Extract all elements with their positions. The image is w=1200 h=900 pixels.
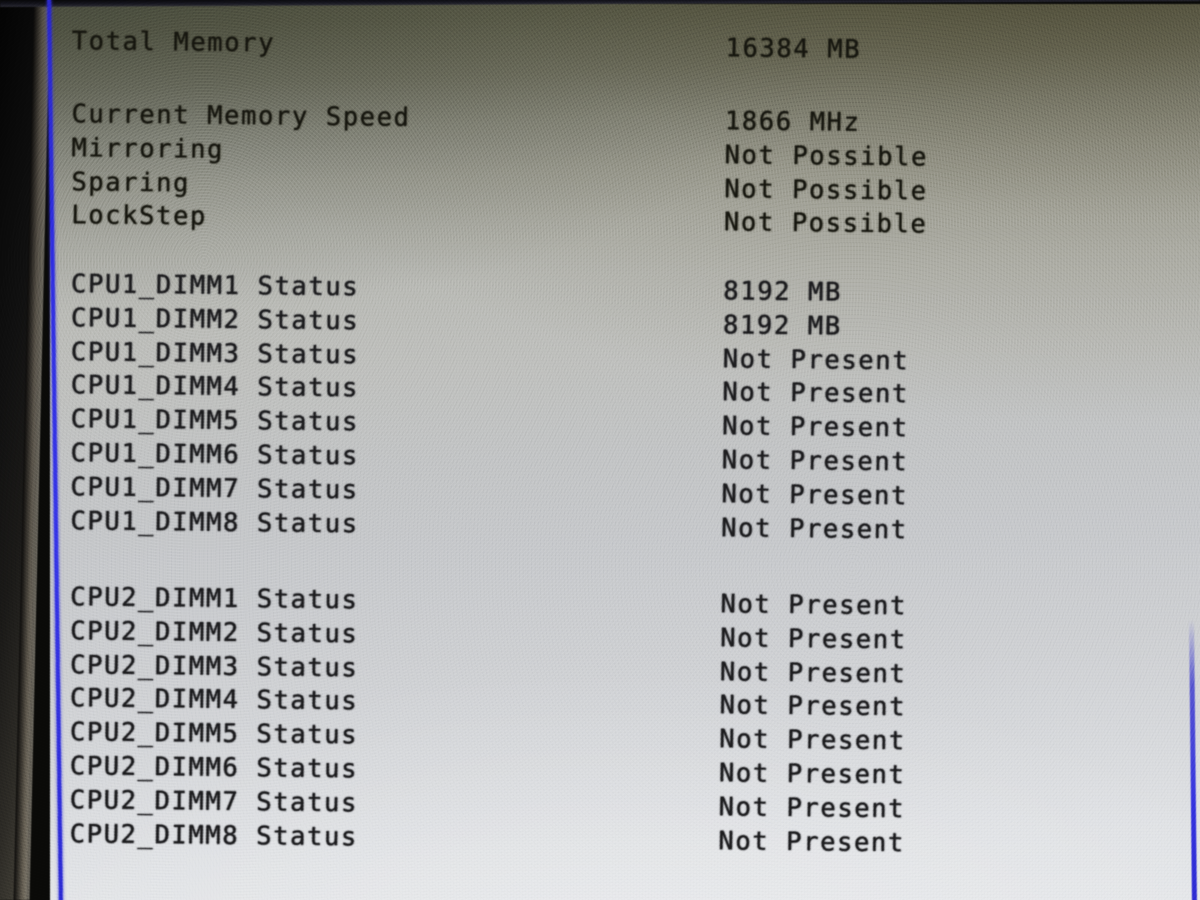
memory-setting-value: Not Possible: [724, 140, 929, 173]
cpu2-dimm-label: CPU2_DIMM6 Status: [69, 751, 359, 785]
cpu2-dimm-label: CPU2_DIMM5 Status: [69, 717, 359, 751]
cpu1-dimm-value: Not Present: [722, 377, 910, 410]
cpu1-dimm-value: Not Present: [721, 445, 909, 478]
memory-setting-label: Sparing: [71, 166, 191, 199]
summary-label: Total Memory: [71, 26, 276, 59]
cpu1-dimm-value: Not Present: [721, 411, 909, 444]
cpu2-dimm-label: CPU2_DIMM1 Status: [70, 582, 359, 616]
cpu1-dimm-value: 8192 MB: [723, 276, 843, 308]
cpu2-dimm-label: CPU2_DIMM4 Status: [69, 683, 359, 717]
cpu1-dimm-label: CPU1_DIMM1 Status: [70, 269, 360, 303]
cpu1-dimm-label: CPU1_DIMM6 Status: [70, 438, 360, 472]
cpu1-dimm-label: CPU1_DIMM7 Status: [70, 472, 360, 506]
memory-setting-label: Mirroring: [71, 133, 225, 165]
memory-setting-value: 1866 MHz: [724, 106, 861, 138]
cpu2-dimm-label: CPU2_DIMM2 Status: [69, 616, 359, 650]
cpu1-dimm-value: Not Present: [720, 512, 908, 545]
cpu2-dimm-value: Not Present: [718, 792, 906, 825]
cpu2-dimm-value: Not Present: [719, 724, 907, 757]
cpu1-dimm-value: Not Present: [721, 479, 909, 512]
memory-setting-label: Current Memory Speed: [71, 99, 411, 133]
cpu2-dimm-label: CPU2_DIMM7 Status: [69, 785, 359, 819]
cpu2-dimm-value: Not Present: [719, 690, 907, 723]
cpu1-dimm-label: CPU1_DIMM2 Status: [70, 303, 360, 337]
cpu1-dimm-label: CPU1_DIMM3 Status: [70, 336, 360, 370]
cpu1-dimm-value: 8192 MB: [722, 310, 842, 342]
cpu2-dimm-value: Not Present: [718, 825, 906, 858]
cpu1-dimm-label: CPU1_DIMM4 Status: [70, 370, 360, 404]
memory-setting-value: Not Possible: [723, 207, 928, 240]
summary-value: 16384 MB: [725, 33, 862, 65]
cpu1-dimm-label: CPU1_DIMM8 Status: [70, 505, 359, 539]
bios-screen-photo: Total Memory 16384 MB Current Memory Speed…: [0, 0, 1200, 900]
cpu2-dimm-value: Not Present: [718, 758, 906, 791]
cpu2-dimm-value: Not Present: [719, 623, 907, 656]
cpu2-dimm-value: Not Present: [720, 589, 908, 622]
cpu2-dimm-value: Not Present: [719, 656, 907, 689]
cpu1-dimm-label: CPU1_DIMM5 Status: [70, 404, 360, 438]
monitor-screen: Total Memory 16384 MB Current Memory Speed…: [50, 4, 1200, 900]
cpu2-dimm-label: CPU2_DIMM3 Status: [69, 649, 359, 683]
cpu2-dimm-label: CPU2_DIMM8 Status: [69, 818, 359, 852]
cpu1-dimm-value: Not Present: [722, 343, 910, 376]
memory-setting-label: LockStep: [70, 200, 208, 233]
bios-text-area: Total Memory 16384 MB Current Memory Speed…: [50, 4, 1200, 900]
memory-setting-value: Not Possible: [723, 173, 928, 207]
table-row: Total Memory 16384 MB: [50, 26, 1200, 72]
